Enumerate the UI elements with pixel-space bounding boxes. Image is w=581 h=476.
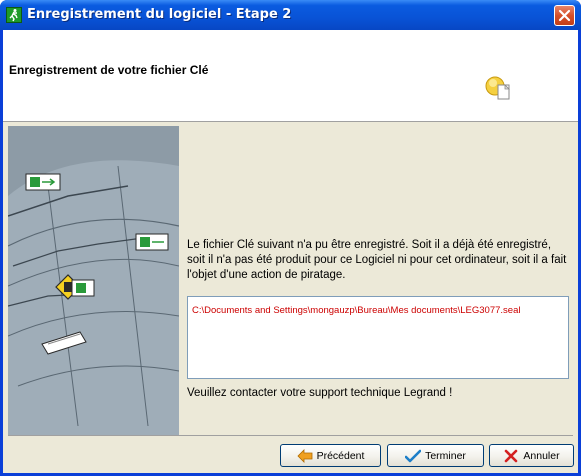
cancel-button-label: Annuler (523, 449, 560, 462)
arrow-left-icon (296, 448, 313, 463)
emergency-exit-illustration (8, 126, 179, 435)
footer-divider (8, 435, 573, 436)
file-path-box[interactable]: C:\Documents and Settings\mongauzp\Burea… (187, 296, 569, 379)
wizard-header: Enregistrement de votre fichier Clé (3, 30, 578, 122)
finish-button[interactable]: Terminer (387, 444, 484, 467)
check-icon (404, 449, 422, 463)
key-file-icon (485, 75, 513, 104)
close-button[interactable] (554, 5, 575, 26)
window-title: Enregistrement du logiciel - Etape 2 (27, 7, 292, 22)
dialog-client-area: Enregistrement de votre fichier Clé Le f… (3, 30, 578, 473)
page-title: Enregistrement de votre fichier Clé (9, 63, 209, 77)
cancel-button[interactable]: Annuler (489, 444, 574, 467)
dialog-window: Enregistrement du logiciel - Etape 2 Enr… (0, 0, 581, 476)
previous-button-label: Précédent (316, 449, 365, 462)
contact-message: Veuillez contacter votre support techniq… (187, 387, 453, 399)
cross-icon (503, 449, 519, 463)
previous-button[interactable]: Précédent (280, 444, 381, 467)
file-path-text: C:\Documents and Settings\mongauzp\Burea… (192, 305, 521, 316)
title-bar: Enregistrement du logiciel - Etape 2 (0, 0, 581, 30)
content-panel: Le fichier Clé suivant n'a pu être enreg… (179, 126, 573, 435)
running-man-icon (6, 7, 22, 23)
finish-button-label: Terminer (425, 449, 466, 462)
close-icon (558, 9, 571, 22)
error-message: Le fichier Clé suivant n'a pu être enreg… (187, 239, 567, 281)
